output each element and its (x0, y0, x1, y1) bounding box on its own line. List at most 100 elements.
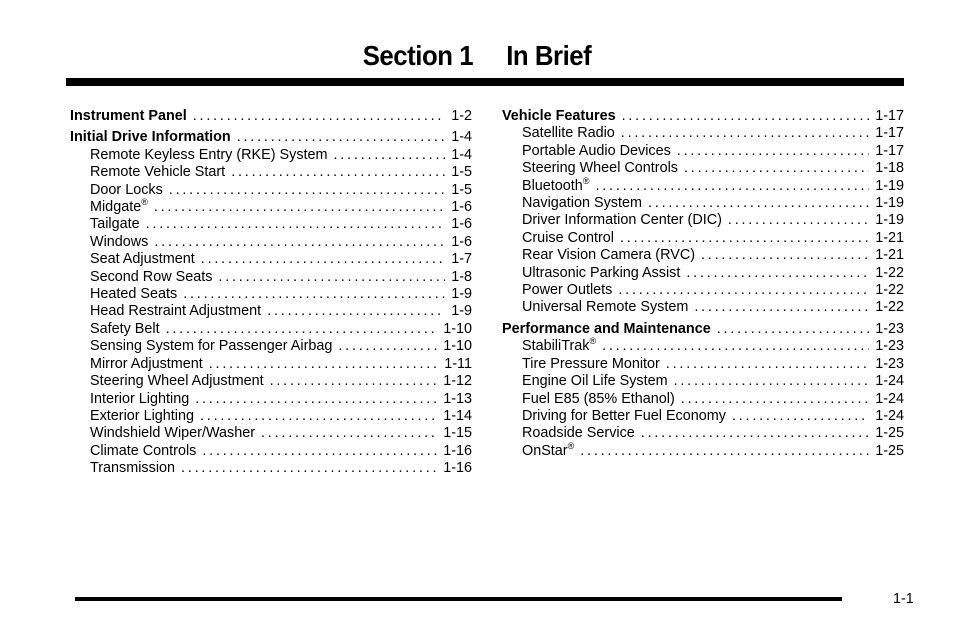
toc-entry[interactable]: Windshield Wiper/Washer 1-15 (70, 425, 472, 442)
toc-entry[interactable]: Engine Oil Life System 1-24 (502, 373, 904, 390)
toc-entry-title: Vehicle Features (502, 108, 616, 124)
toc-entry-label: Exterior Lighting (90, 408, 200, 425)
toc-entry-label: Climate Controls (90, 443, 202, 460)
toc-entry[interactable]: Power Outlets 1-22 (502, 282, 904, 299)
toc-entry-page: 1-13 (443, 390, 472, 407)
toc-entry[interactable]: Mirror Adjustment 1-11 (70, 356, 472, 373)
toc-entry[interactable]: Ultrasonic Parking Assist 1-22 (502, 265, 904, 282)
toc-entry[interactable]: Driver Information Center (DIC) 1-19 (502, 212, 904, 229)
toc-entry-label: Door Locks (90, 182, 169, 199)
toc-entry-label: Steering Wheel Adjustment (90, 373, 270, 390)
toc-entry-title: Steering Wheel Controls (522, 160, 678, 177)
toc-entry-title: Climate Controls (90, 442, 197, 459)
toc-entry-label: Satellite Radio (522, 125, 621, 142)
dot-leader (595, 178, 869, 195)
toc-entry[interactable]: Head Restraint Adjustment 1-9 (70, 303, 472, 320)
dot-leader (201, 251, 445, 268)
dot-leader (181, 460, 437, 477)
toc-entry-page: 1-8 (451, 268, 472, 285)
toc-entry-title: Ultrasonic Parking Assist (522, 264, 681, 281)
toc-entry-page: 1-11 (444, 355, 472, 372)
toc-entry[interactable]: Seat Adjustment 1-7 (70, 251, 472, 268)
toc-entry[interactable]: Portable Audio Devices 1-17 (502, 143, 904, 160)
toc-heading-entry[interactable]: Vehicle Features 1-17 (502, 108, 904, 125)
toc-entry-page: 1-24 (875, 373, 904, 390)
toc-entry-label: Tailgate (90, 216, 146, 233)
toc-entry-label: Transmission (90, 460, 181, 477)
dot-leader (270, 373, 438, 390)
toc-entry-page: 1-17 (875, 125, 904, 142)
toc-entry-label: Steering Wheel Controls (522, 160, 684, 177)
toc-entry[interactable]: Fuel E85 (85% Ethanol) 1-24 (502, 391, 904, 408)
toc-entry-page: 1-23 (875, 338, 904, 355)
toc-entry[interactable]: Windows 1-6 (70, 234, 472, 251)
toc-entry-label: Bluetooth® (522, 176, 595, 195)
toc-entry[interactable]: Sensing System for Passenger Airbag 1-10 (70, 338, 472, 355)
toc-entry-title: Roadside Service (522, 425, 635, 442)
toc-entry[interactable]: StabiliTrak® 1-23 (502, 337, 904, 355)
toc-entry-page: 1-19 (875, 177, 904, 194)
toc-entry[interactable]: Cruise Control 1-21 (502, 230, 904, 247)
toc-entry-page: 1-21 (875, 229, 904, 246)
toc-entry[interactable]: Tire Pressure Monitor 1-23 (502, 356, 904, 373)
toc-entry[interactable]: Rear Vision Camera (RVC) 1-21 (502, 247, 904, 264)
toc-entry[interactable]: Roadside Service 1-25 (502, 425, 904, 442)
toc-entry-title: Tire Pressure Monitor (522, 355, 660, 372)
toc-entry-page: 1-23 (875, 320, 904, 337)
toc-entry[interactable]: Second Row Seats 1-8 (70, 269, 472, 286)
toc-entry[interactable]: Driving for Better Fuel Economy 1-24 (502, 408, 904, 425)
toc-entry-label: Rear Vision Camera (RVC) (522, 247, 701, 264)
toc-entry[interactable]: Steering Wheel Adjustment 1-12 (70, 373, 472, 390)
toc-entry[interactable]: Midgate® 1-6 (70, 198, 472, 216)
toc-entry-label: OnStar® (522, 440, 580, 460)
toc-entry-title: Fuel E85 (85% Ethanol) (522, 390, 675, 407)
toc-entry-page: 1-25 (875, 425, 904, 442)
toc-entry-label: Sensing System for Passenger Airbag (90, 338, 338, 355)
toc-entry-label: Tire Pressure Monitor (522, 356, 666, 373)
toc-entry[interactable]: Heated Seats 1-9 (70, 286, 472, 303)
dot-leader (677, 143, 869, 160)
toc-entry-title: Engine Oil Life System (522, 373, 668, 390)
toc-entry-title: Instrument Panel (70, 108, 187, 124)
toc-entry[interactable]: Steering Wheel Controls 1-18 (502, 160, 904, 177)
toc-entry[interactable]: Satellite Radio 1-17 (502, 125, 904, 142)
toc-entry-label: Roadside Service (522, 425, 641, 442)
toc-entry-label: Interior Lighting (90, 391, 195, 408)
toc-entry-page: 1-22 (875, 299, 904, 316)
toc-entry-title: Mirror Adjustment (90, 355, 203, 372)
toc-heading-entry[interactable]: Initial Drive Information 1-4 (70, 129, 472, 146)
toc-heading-entry[interactable]: Instrument Panel 1-2 (70, 108, 472, 125)
toc-entry-page: 1-9 (451, 303, 472, 320)
toc-entry-label: Head Restraint Adjustment (90, 303, 267, 320)
toc-entry-label: Windows (90, 234, 154, 251)
toc-entry-title: Performance and Maintenance (502, 320, 711, 337)
toc-heading-entry[interactable]: Performance and Maintenance 1-23 (502, 321, 904, 338)
toc-entry[interactable]: Remote Vehicle Start 1-5 (70, 164, 472, 181)
toc-entry[interactable]: Interior Lighting 1-13 (70, 391, 472, 408)
bottom-rule-divider (75, 597, 842, 601)
toc-entry[interactable]: Bluetooth® 1-19 (502, 176, 904, 195)
toc-entry-label: Universal Remote System (522, 299, 694, 316)
toc-column-left: Instrument Panel 1-2 Initial Drive Informa… (70, 108, 472, 478)
toc-entry-page: 1-24 (875, 407, 904, 424)
dot-leader (686, 265, 869, 282)
toc-entry[interactable]: Safety Belt 1-10 (70, 321, 472, 338)
page-number: 1-1 (893, 591, 914, 607)
toc-entry[interactable]: Remote Keyless Entry (RKE) System 1-4 (70, 147, 472, 164)
dot-leader (154, 199, 445, 216)
toc-entry-page: 1-25 (875, 442, 904, 459)
toc-entry-label: Engine Oil Life System (522, 373, 674, 390)
toc-entry[interactable]: Climate Controls 1-16 (70, 443, 472, 460)
toc-entry[interactable]: OnStar® 1-25 (502, 440, 904, 460)
toc-entry[interactable]: Navigation System 1-19 (502, 195, 904, 212)
toc-entry[interactable]: Tailgate 1-6 (70, 216, 472, 233)
toc-entry[interactable]: Door Locks 1-5 (70, 182, 472, 199)
registered-trademark-mark: ® (567, 440, 575, 451)
toc-entry-page: 1-7 (451, 251, 472, 268)
dot-leader (621, 125, 869, 142)
toc-entry[interactable]: Universal Remote System 1-22 (502, 299, 904, 316)
toc-entry[interactable]: Exterior Lighting 1-14 (70, 408, 472, 425)
toc-entry-title: Heated Seats (90, 286, 178, 303)
toc-entry[interactable]: Transmission 1-16 (70, 460, 472, 477)
toc-entry-page: 1-16 (443, 460, 472, 477)
